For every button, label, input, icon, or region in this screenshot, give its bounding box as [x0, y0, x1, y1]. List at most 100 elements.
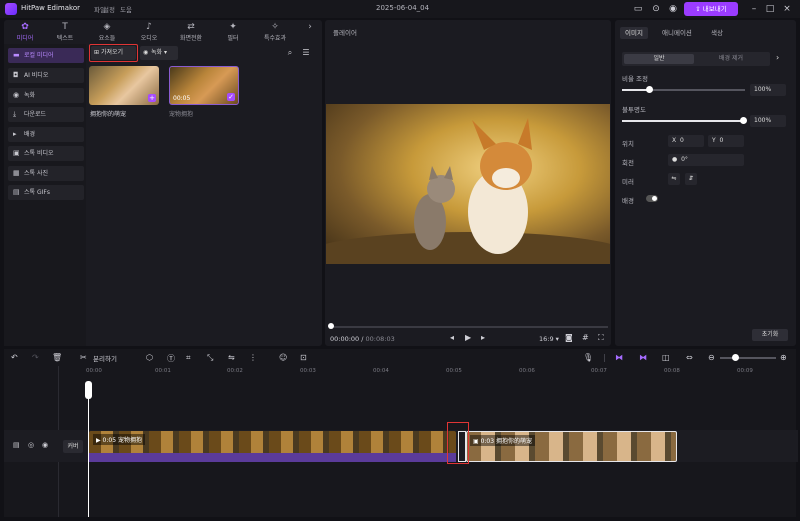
grid-icon[interactable]: #	[582, 333, 589, 342]
prev-frame-icon[interactable]: ◂	[450, 333, 454, 342]
import-button[interactable]: ⊞ 가져오기	[91, 46, 136, 60]
tab-label: 텍스트	[56, 35, 74, 42]
sidebar-item-stock-video[interactable]: ▣ 스톡 비디오	[8, 146, 84, 161]
progress-knob[interactable]	[328, 323, 334, 329]
tab-animation[interactable]: 애니메이션	[657, 27, 697, 39]
microphone-icon[interactable]: 🎙	[583, 353, 593, 362]
playhead-handle[interactable]	[85, 381, 92, 399]
fit-icon[interactable]: ⇔	[686, 353, 693, 362]
media-thumbnail[interactable]: +	[89, 66, 159, 105]
visibility-icon[interactable]: ◎	[28, 441, 34, 449]
elements-icon: ◈	[103, 22, 111, 32]
crop-icon[interactable]: ⌗	[186, 353, 191, 363]
play-icon[interactable]: ▶	[465, 333, 471, 342]
feedback-icon[interactable]: ▭	[632, 3, 644, 15]
project-title: 2025-06-04_04	[376, 4, 430, 12]
opacity-input[interactable]: 100%	[750, 115, 786, 127]
sidebar-item-ai-video[interactable]: ◘ AI 비디오	[8, 68, 84, 83]
text-tool-icon[interactable]: Ⓣ	[167, 353, 175, 364]
position-label: 위치	[622, 140, 634, 148]
add-to-timeline-icon[interactable]: +	[148, 94, 156, 102]
next-frame-icon[interactable]: ▸	[481, 333, 485, 342]
scale-slider-fill	[622, 89, 649, 91]
flip-horizontal-icon[interactable]: ⇋	[668, 173, 680, 185]
account-icon[interactable]: ◉	[667, 3, 679, 15]
segment-remove-background[interactable]: 배경 제거	[696, 54, 766, 64]
zoom-slider-knob[interactable]	[732, 354, 739, 361]
maximize-icon[interactable]: □	[764, 3, 776, 15]
export-frame-icon[interactable]: ⊡	[300, 353, 307, 362]
tab-image[interactable]: 이미지	[620, 27, 648, 39]
sidebar-item-download[interactable]: ⤓ 다운로드	[8, 107, 84, 122]
tab-effects[interactable]: ✧ 특수효과	[256, 20, 294, 42]
sidebar-item-record[interactable]: ◉ 녹화	[8, 88, 84, 103]
tabs-next-button[interactable]: ›	[300, 20, 320, 42]
sidebar-item-stock-photo[interactable]: ▦ 스톡 사진	[8, 166, 84, 181]
tab-color[interactable]: 색상	[706, 27, 728, 39]
zoom-in-icon[interactable]: ⊕	[780, 353, 787, 362]
snap-icon[interactable]: ⧓	[615, 353, 623, 362]
download-status-icon[interactable]: ⊙	[650, 3, 662, 15]
export-label: 내보내기	[702, 5, 727, 13]
export-button[interactable]: ⇪ 내보내기	[684, 2, 738, 16]
opacity-slider-knob[interactable]	[740, 117, 747, 124]
ruler-tick: 00:06	[519, 368, 535, 374]
media-thumbnail[interactable]: 00:05 ✓	[169, 66, 239, 105]
flip-icon[interactable]: ⇋	[228, 353, 235, 362]
rotation-input[interactable]: ● 0°	[668, 154, 744, 166]
fullscreen-icon[interactable]: ⛶	[598, 333, 604, 343]
scale-slider-knob[interactable]	[646, 86, 653, 93]
segment-general[interactable]: 일반	[624, 54, 694, 64]
flip-vertical-icon[interactable]: ⇵	[685, 173, 697, 185]
undo-icon[interactable]: ↶	[11, 353, 18, 362]
clip-duration: 0:05	[102, 437, 117, 444]
split-button[interactable]: 분리하기	[93, 353, 117, 363]
timeline-clip-selected[interactable]: ▣ 0:03 拥抱你的萌宠	[466, 431, 677, 462]
sidebar-item-background[interactable]: ▸ 배경	[8, 127, 84, 142]
ai-avatar-icon[interactable]: ☺	[279, 353, 287, 362]
split-view-icon[interactable]: ◫	[662, 353, 670, 362]
list-view-icon[interactable]: ☰	[300, 47, 312, 59]
zoom-out-icon[interactable]: ⊖	[708, 353, 715, 362]
y-label: Y	[712, 137, 716, 144]
tab-audio[interactable]: ♪ 오디오	[130, 20, 168, 42]
playback-progress[interactable]	[330, 326, 608, 328]
checked-icon[interactable]: ✓	[227, 93, 235, 101]
link-icon[interactable]: ⧓	[639, 353, 647, 362]
menu-help[interactable]: 도움	[120, 4, 132, 14]
mute-icon[interactable]: ◉	[42, 441, 48, 449]
rotation-dial-icon: ●	[672, 156, 678, 163]
aspect-ratio-select[interactable]: 16:9 ▾	[539, 335, 559, 343]
menu-settings[interactable]: 설정	[103, 4, 115, 14]
resize-icon[interactable]: ⤡	[207, 353, 213, 363]
cover-button[interactable]: 커버	[63, 440, 83, 453]
sidebar-item-stock-gifs[interactable]: ▤ 스톡 GIFs	[8, 185, 84, 200]
tab-transition[interactable]: ⇄ 화면전환	[172, 20, 210, 42]
tab-filter[interactable]: ✦ 필터	[214, 20, 252, 42]
align-icon[interactable]: ⋮	[249, 353, 257, 362]
scissors-icon[interactable]: ✂	[80, 353, 87, 362]
mask-icon[interactable]: ⬡	[146, 353, 153, 362]
record-button[interactable]: ◉ 녹화 ▾	[140, 46, 178, 60]
background-toggle[interactable]	[646, 195, 658, 202]
delete-icon[interactable]: 🗑	[52, 353, 62, 362]
time-display: 00:00:00 / 00:08:03	[330, 335, 395, 343]
track-layer-icon[interactable]: ▤	[13, 441, 20, 449]
redo-icon[interactable]: ↷	[32, 353, 39, 362]
sidebar-item-local-media[interactable]: ▬ 로컬 미디어	[8, 48, 84, 63]
tab-elements[interactable]: ◈ 요소들	[88, 20, 126, 42]
tab-text[interactable]: T 텍스트	[46, 20, 84, 42]
tab-media[interactable]: ✿ 미디어	[6, 20, 44, 42]
search-icon[interactable]: ⌕	[284, 47, 296, 59]
scale-input[interactable]: 100%	[750, 84, 786, 96]
reset-button[interactable]: 초기화	[752, 329, 788, 341]
app-logo	[5, 3, 17, 15]
snapshot-icon[interactable]: ◙	[565, 333, 573, 342]
close-icon[interactable]: ×	[781, 3, 793, 15]
position-y-input[interactable]: Y 0	[708, 135, 744, 147]
record-icon: ◉	[143, 49, 149, 56]
chevron-right-icon[interactable]: ›	[776, 53, 779, 62]
zoom-slider[interactable]	[720, 357, 776, 359]
minimize-icon[interactable]: –	[748, 3, 760, 15]
position-x-input[interactable]: X 0	[668, 135, 704, 147]
